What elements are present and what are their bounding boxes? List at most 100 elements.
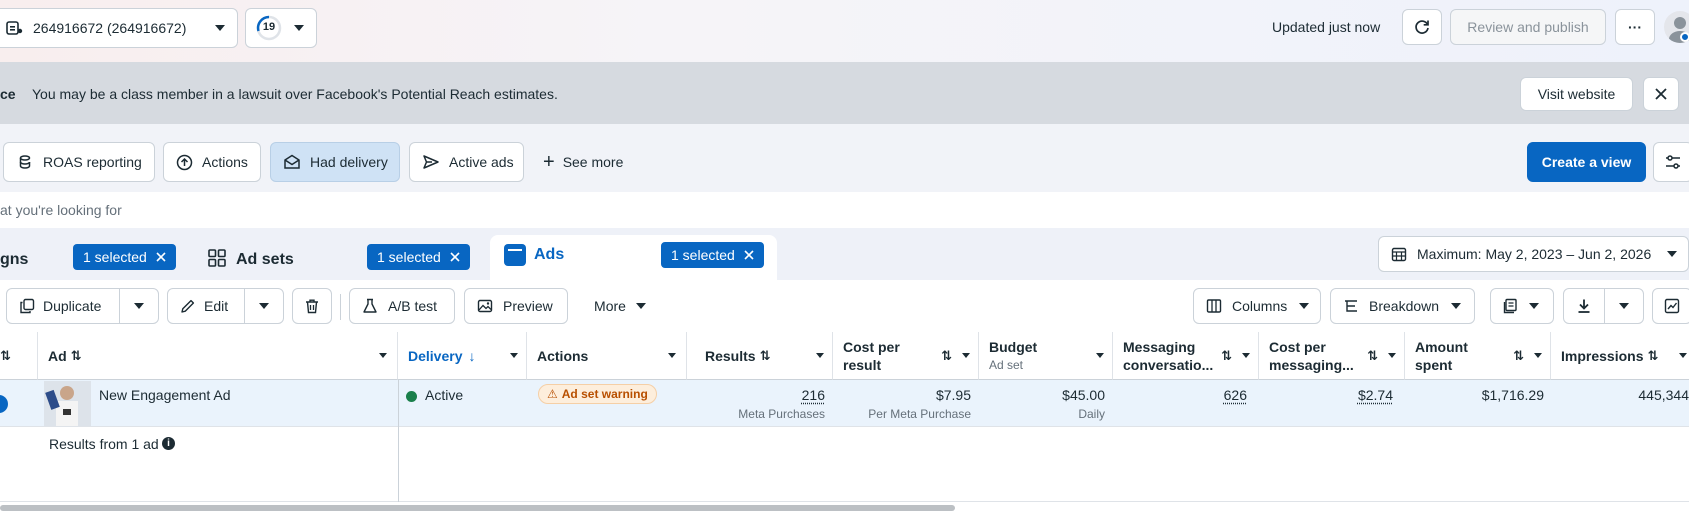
customize-views-button[interactable]: [1653, 142, 1689, 182]
results-value[interactable]: 216: [687, 387, 825, 403]
row-toggle[interactable]: [0, 395, 8, 413]
columns-button[interactable]: Columns: [1193, 288, 1321, 324]
messaging-value[interactable]: 626: [1113, 387, 1247, 403]
notice-message: You may be a class member in a lawsuit o…: [32, 86, 558, 102]
export-dropdown[interactable]: [1604, 288, 1644, 324]
flask-icon: [362, 298, 378, 314]
sort-icon: ⇅: [71, 348, 82, 364]
refresh-button[interactable]: [1402, 9, 1442, 45]
info-icon[interactable]: i: [162, 437, 175, 450]
sort-icon: ⇅: [1513, 347, 1524, 365]
arrow-up-circle-icon: [176, 154, 193, 171]
cost-per-result-sub: Per Meta Purchase: [833, 407, 971, 421]
close-icon[interactable]: [156, 249, 166, 265]
tab-campaigns[interactable]: gns 1 selected: [0, 234, 192, 280]
header-cpm-line1: Cost per: [1269, 338, 1354, 356]
view-label: ROAS reporting: [43, 154, 142, 170]
more-options-button[interactable]: ···: [1615, 9, 1655, 45]
view-actions[interactable]: Actions: [163, 142, 261, 182]
adsets-selected-pill[interactable]: 1 selected: [367, 244, 470, 270]
more-button[interactable]: More: [584, 288, 656, 324]
amount-spent-cell: $1,716.29: [1405, 380, 1544, 403]
cost-messaging-value[interactable]: $2.74: [1259, 387, 1393, 403]
column-header-ad[interactable]: Ad ⇅: [38, 332, 398, 380]
close-icon[interactable]: [450, 249, 460, 265]
budget-cell: $45.00 Daily: [979, 380, 1105, 421]
ad-thumbnail: [44, 381, 91, 426]
header-ad-label: Ad: [48, 348, 67, 364]
preview-button[interactable]: Preview: [464, 288, 568, 324]
account-selector[interactable]: 264916672 (264916672): [0, 8, 238, 48]
ab-test-label: A/B test: [388, 298, 437, 314]
campaigns-selected-pill[interactable]: 1 selected: [73, 244, 176, 270]
close-icon[interactable]: [744, 247, 754, 263]
ad-name[interactable]: New Engagement Ad: [99, 387, 231, 403]
sort-icon: ⇅: [1367, 347, 1378, 365]
tab-ad-sets[interactable]: Ad sets 1 selected: [200, 234, 485, 280]
header-results-label: Results: [705, 348, 756, 364]
column-header-cost-per-messaging[interactable]: Cost per messaging... ⇅: [1259, 332, 1405, 380]
see-more-button[interactable]: + See more: [543, 142, 623, 182]
chevron-down-icon: [1299, 303, 1309, 309]
chevron-down-icon: [379, 353, 387, 358]
header-budget-label: Budget: [989, 338, 1037, 356]
column-header-budget[interactable]: Budget Ad set: [979, 332, 1113, 380]
cost-per-result-value: $7.95: [833, 387, 971, 403]
notice-prefix: ce: [0, 86, 16, 102]
column-header-results[interactable]: Results ⇅: [687, 332, 833, 380]
coins-icon: [18, 154, 34, 170]
delete-button[interactable]: [292, 288, 332, 324]
ad-set-warning-badge[interactable]: ⚠ Ad set warning: [538, 384, 657, 404]
reports-button[interactable]: [1490, 288, 1554, 324]
horizontal-scrollbar[interactable]: [0, 505, 955, 511]
column-header-messaging-conversations[interactable]: Messaging conversatio... ⇅: [1113, 332, 1259, 380]
close-notice-button[interactable]: [1643, 77, 1679, 111]
ads-selected-pill[interactable]: 1 selected: [661, 242, 764, 268]
pill-label: 1 selected: [83, 249, 147, 265]
create-view-button[interactable]: Create a view: [1527, 142, 1646, 182]
tab-campaigns-label: gns: [0, 251, 28, 269]
budget-value: $45.00: [979, 387, 1105, 403]
column-header-cost-per-result[interactable]: Cost per result ⇅: [833, 332, 979, 380]
date-range-label: Maximum: May 2, 2023 – Jun 2, 2026: [1417, 246, 1651, 262]
chevron-down-icon: [1534, 353, 1542, 358]
calendar-icon: [1391, 246, 1407, 262]
review-publish-button[interactable]: Review and publish: [1450, 9, 1606, 45]
duplicate-button[interactable]: Duplicate: [6, 288, 120, 324]
visit-website-button[interactable]: Visit website: [1520, 77, 1633, 111]
table-row[interactable]: New Engagement Ad Active ⚠ Ad set warnin…: [0, 380, 1689, 427]
column-header-impressions[interactable]: Impressions ⇅: [1551, 332, 1689, 380]
charts-button[interactable]: [1652, 288, 1689, 324]
ab-test-button[interactable]: A/B test: [349, 288, 455, 324]
impressions-value: 445,344: [1551, 387, 1689, 403]
sort-icon: ⇅: [0, 348, 11, 364]
copy-icon: [19, 298, 35, 314]
see-more-label: See more: [563, 154, 624, 170]
updated-status: Updated just now: [1272, 19, 1380, 35]
breakdown-button[interactable]: Breakdown: [1330, 288, 1475, 324]
view-had-delivery[interactable]: Had delivery: [270, 142, 400, 182]
action-toolbar: Duplicate Edit A/B test Preview More Col…: [0, 280, 1689, 332]
edit-button[interactable]: Edit: [167, 288, 245, 324]
column-header-amount-spent[interactable]: Amount spent ⇅: [1405, 332, 1551, 380]
avatar-status-dot: [1680, 32, 1689, 42]
notifications-button[interactable]: 19: [245, 8, 317, 48]
notifications-count: 19: [256, 21, 282, 33]
breakdown-icon: [1343, 298, 1359, 314]
view-active-ads[interactable]: Active ads: [409, 142, 524, 182]
edit-dropdown[interactable]: [244, 288, 284, 324]
search-bar[interactable]: at you're looking for: [0, 192, 1689, 228]
header-amount-line2: spent: [1415, 356, 1468, 374]
column-header-checkbox[interactable]: ⇅: [0, 332, 38, 380]
tab-ads[interactable]: Ads 1 selected: [490, 235, 777, 280]
delivery-status: Active: [425, 387, 463, 403]
duplicate-dropdown[interactable]: [119, 288, 159, 324]
date-range-picker[interactable]: Maximum: May 2, 2023 – Jun 2, 2026: [1378, 236, 1689, 272]
column-header-delivery[interactable]: Delivery ↓: [398, 332, 527, 380]
view-roas-reporting[interactable]: ROAS reporting: [3, 142, 155, 182]
chevron-down-icon: [510, 353, 518, 358]
column-header-actions[interactable]: Actions: [527, 332, 687, 380]
export-button[interactable]: [1563, 288, 1605, 324]
footer-results-label: Results from 1 ad: [49, 436, 159, 452]
impressions-cell: 445,344: [1551, 380, 1689, 403]
